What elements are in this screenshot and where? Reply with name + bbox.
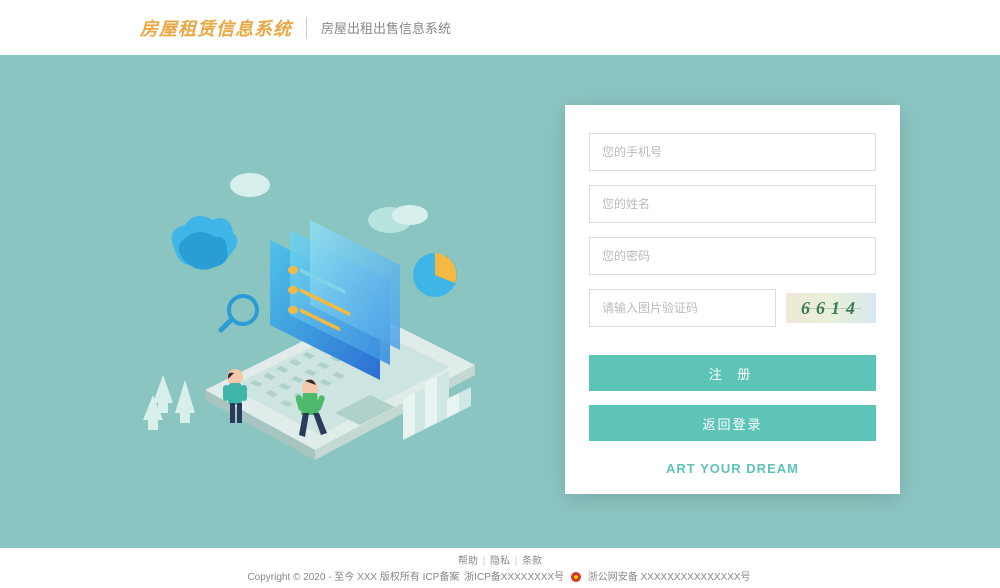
back-to-login-button[interactable]: 返回登录 <box>589 405 876 441</box>
main-content: 6614 注 册 返回登录 ART YOUR DREAM <box>0 55 1000 548</box>
captcha-row: 6614 <box>589 289 876 327</box>
terms-link[interactable]: 条款 <box>522 556 542 567</box>
header-bar: 房屋租赁信息系统 房屋出租出售信息系统 <box>0 0 1000 55</box>
footer-copyright: Copyright © 2020 - 至今 XXX 版权所有 ICP备案 浙IC… <box>0 570 1000 586</box>
slogan-text: ART YOUR DREAM <box>589 461 876 476</box>
privacy-link[interactable]: 隐私 <box>490 556 510 567</box>
footer-sep: | <box>515 556 518 567</box>
captcha-input[interactable] <box>589 289 776 327</box>
logo-title: 房屋租赁信息系统 <box>140 15 292 41</box>
hero-illustration <box>135 155 505 475</box>
footer-sep: | <box>483 556 486 567</box>
captcha-image[interactable]: 6614 <box>786 293 876 323</box>
footer-links: 帮助 | 隐私 | 条款 <box>0 554 1000 570</box>
header-divider <box>306 17 307 39</box>
footer: 帮助 | 隐私 | 条款 Copyright © 2020 - 至今 XXX 版… <box>0 548 1000 588</box>
police-badge-icon <box>571 572 581 582</box>
icp-link[interactable]: 浙ICP备XXXXXXXX号 <box>464 572 564 583</box>
phone-input[interactable] <box>589 133 876 171</box>
header-subtitle: 房屋出租出售信息系统 <box>321 18 451 37</box>
password-input[interactable] <box>589 237 876 275</box>
name-input[interactable] <box>589 185 876 223</box>
copyright-text: Copyright © 2020 - 至今 XXX 版权所有 ICP备案 <box>247 572 462 583</box>
register-button[interactable]: 注 册 <box>589 355 876 391</box>
help-link[interactable]: 帮助 <box>458 556 478 567</box>
police-link[interactable]: 浙公网安备 XXXXXXXXXXXXXXX号 <box>588 572 751 583</box>
register-card: 6614 注 册 返回登录 ART YOUR DREAM <box>565 105 900 494</box>
